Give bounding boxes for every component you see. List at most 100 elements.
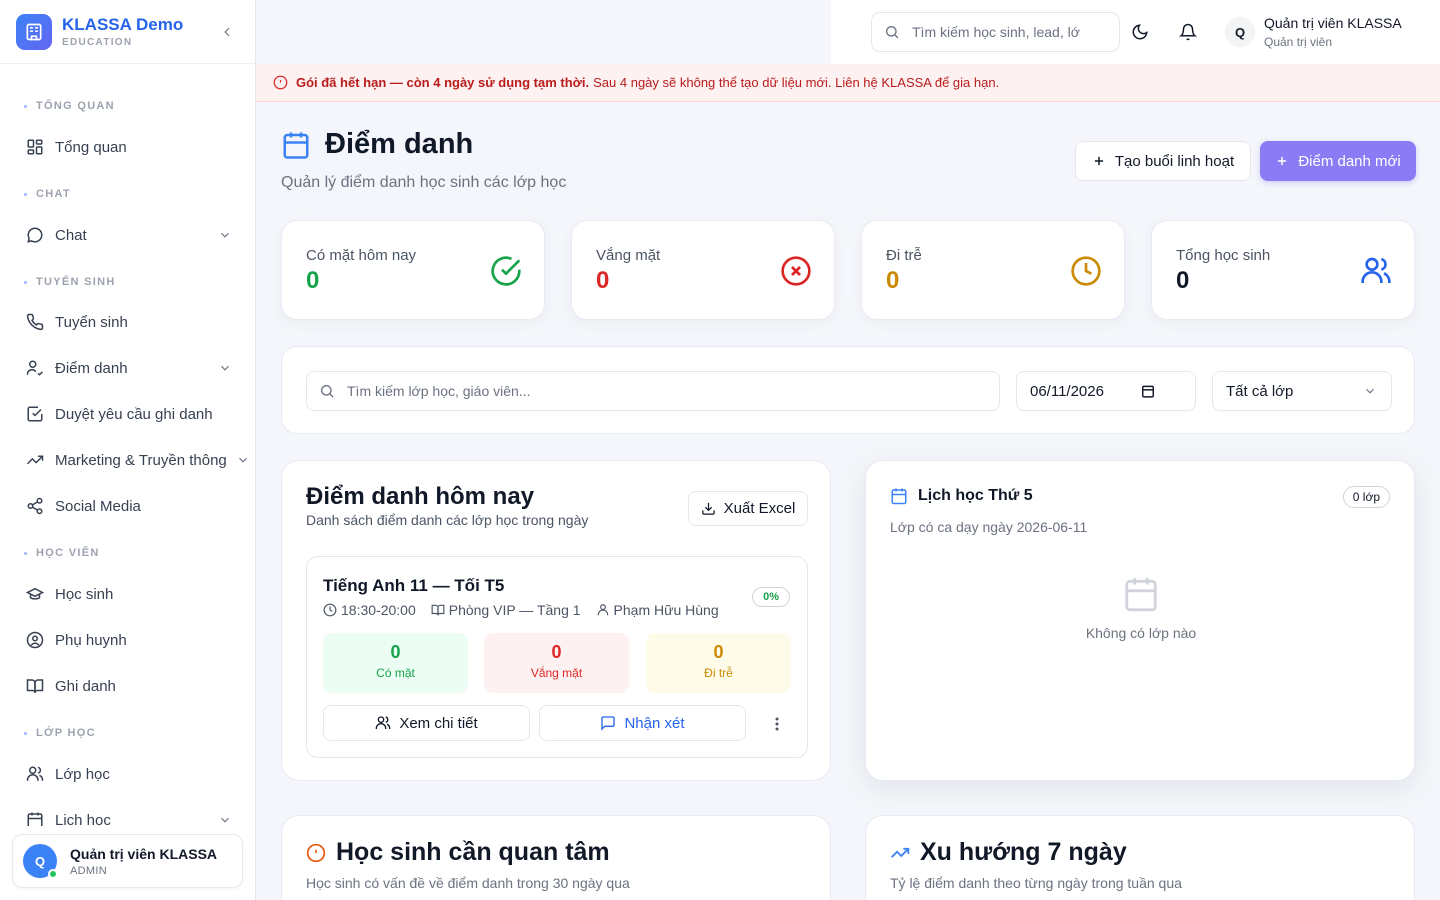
section-chat: CHAT [24, 188, 71, 200]
sidebar-item-label: Học sinh [55, 585, 114, 603]
more-options-icon[interactable] [775, 717, 779, 731]
calendar-icon [890, 487, 918, 505]
brand-logo-icon[interactable] [16, 13, 52, 50]
sidebar-item-label: Ghi danh [55, 677, 116, 695]
stat-label: Vắng mặt [596, 247, 661, 264]
today-attendance-card: Điểm danh hôm nay Danh sách điểm danh cá… [281, 460, 831, 781]
sidebar-item-admissions[interactable]: Tuyển sinh [16, 302, 244, 342]
empty-state: Không có lớp nào [866, 575, 1416, 641]
sidebar-user-name: Quản trị viên KLASSA [70, 845, 218, 862]
sidebar-item-label: Điểm danh [55, 359, 128, 377]
alert-bold-text: Gói đã hết hạn — còn 4 ngày sử dụng tạm … [296, 75, 590, 90]
sidebar-item-label: Tổng quan [55, 138, 127, 156]
date-picker-input[interactable]: 06/11/2026 [1016, 371, 1196, 411]
book-open-icon [24, 675, 46, 697]
class-select[interactable]: Tất cả lớp [1212, 371, 1392, 411]
new-attendance-button[interactable]: Điểm danh mới [1260, 141, 1416, 181]
class-room: Phòng VIP — Tầng 1 [448, 602, 581, 618]
sidebar: KLASSA Demo EDUCATION TỔNG QUAN Tổng qua… [0, 0, 256, 900]
class-search-input[interactable]: Tìm kiếm lớp học, giáo viên... [306, 371, 1000, 411]
sidebar-item-students[interactable]: Học sinh [16, 574, 244, 614]
plus-icon [1092, 154, 1106, 168]
sidebar-item-parents[interactable]: Phụ huynh [16, 620, 244, 660]
chevron-down-icon[interactable] [218, 361, 232, 375]
sidebar-item-enrollment-requests[interactable]: Duyệt yêu cầu ghi danh [16, 394, 244, 434]
x-circle-icon [780, 255, 812, 287]
users-icon [375, 715, 391, 731]
stat-value: 0 [596, 267, 610, 294]
sidebar-item-classes[interactable]: Lớp học [16, 754, 244, 794]
user-check-icon [24, 357, 46, 379]
section-overview: TỔNG QUAN [24, 100, 115, 112]
trend-card: Xu hướng 7 ngày Tỷ lệ điểm danh theo từn… [865, 815, 1415, 900]
card-subtitle: Tỷ lệ điểm danh theo từng ngày trong tuầ… [890, 875, 1182, 891]
grid-icon [24, 136, 46, 158]
chevron-down-icon[interactable] [236, 453, 250, 467]
download-icon [701, 501, 716, 516]
plus-icon [1275, 154, 1289, 168]
stat-card-total-students: Tổng học sinh 0 [1151, 220, 1415, 320]
page-title: Điểm danh [281, 128, 473, 161]
topbar-user-name[interactable]: Quản trị viên KLASSA [1264, 15, 1402, 31]
stat-card-present: Có mặt hôm nay 0 [281, 220, 545, 320]
class-attendance-item: Tiếng Anh 11 — Tối T5 18:30-20:00 Phòng … [306, 556, 808, 758]
phone-icon [24, 311, 46, 333]
sidebar-item-enrollment[interactable]: Ghi danh [16, 666, 244, 706]
search-icon [884, 24, 900, 40]
users-icon [24, 763, 46, 785]
sidebar-nav: TỔNG QUAN Tổng quan CHAT Chat TUYỂN SINH… [0, 64, 256, 826]
sidebar-item-marketing[interactable]: Marketing & Truyền thông [16, 440, 247, 480]
checkbox-icon [24, 403, 46, 425]
book-icon [431, 603, 449, 617]
bell-icon[interactable] [1174, 18, 1202, 46]
calendar-icon [281, 130, 311, 160]
chevron-down-icon[interactable] [218, 813, 232, 826]
avatar[interactable]: Q [1225, 17, 1255, 47]
view-detail-button[interactable]: Xem chi tiết [323, 705, 530, 741]
calendar-icon[interactable] [1141, 384, 1155, 398]
create-flexible-session-button[interactable]: Tạo buổi linh hoạt [1075, 141, 1251, 181]
chevron-down-icon[interactable] [218, 228, 232, 242]
topbar: Tìm kiếm học sinh, lead, lớ Q Quản trị v… [831, 0, 1440, 64]
sidebar-item-label: Phụ huynh [55, 631, 127, 649]
alert-circle-icon [306, 843, 336, 863]
stat-label: Tổng học sinh [1176, 247, 1271, 264]
schedule-title: Lịch học Thứ 5 [890, 487, 1033, 505]
sidebar-item-chat[interactable]: Chat [16, 215, 244, 255]
online-status-dot [48, 869, 58, 879]
stat-value: 0 [1176, 267, 1190, 294]
card-title: Học sinh cần quan tâm [306, 838, 610, 867]
page-subtitle: Quản lý điểm danh học sinh các lớp học [281, 174, 567, 191]
sidebar-user-card[interactable]: Q Quản trị viên KLASSA ADMIN [12, 834, 243, 888]
alert-text: Sau 4 ngày sẽ không thể tạo dữ liệu mới.… [593, 75, 1000, 90]
trend-icon [24, 449, 46, 471]
topbar-user-role: Quản trị viên [1264, 35, 1333, 49]
late-count: 0 Đi trễ [646, 633, 791, 693]
card-title: Xu hướng 7 ngày [890, 838, 1127, 867]
clock-icon [323, 603, 341, 617]
sidebar-user-role: ADMIN [70, 864, 107, 877]
alert-circle-icon [273, 75, 288, 90]
schedule-card: Lịch học Thứ 5 0 lớp Lớp có ca dạy ngày … [865, 460, 1415, 781]
sidebar-item-attendance[interactable]: Điểm danh [16, 348, 244, 388]
global-search-input[interactable]: Tìm kiếm học sinh, lead, lớ [871, 12, 1120, 52]
export-excel-button[interactable]: Xuất Excel [688, 491, 808, 526]
sidebar-item-schedule[interactable]: Lịch học [16, 800, 244, 826]
schedule-subtitle: Lớp có ca dạy ngày 2026-06-11 [890, 519, 1088, 535]
stat-value: 0 [306, 267, 320, 294]
users-icon [1360, 255, 1392, 287]
stat-value: 0 [886, 267, 900, 294]
comment-button[interactable]: Nhận xét [539, 705, 746, 741]
search-icon [319, 383, 335, 399]
page-title-text: Điểm danh [325, 128, 474, 160]
brand-name: KLASSA Demo [62, 15, 184, 34]
sidebar-item-social-media[interactable]: Social Media [16, 486, 244, 526]
collapse-sidebar-icon[interactable] [215, 20, 239, 44]
class-teacher: Phạm Hữu Hùng [613, 602, 719, 618]
sidebar-item-overview[interactable]: Tổng quan [16, 127, 244, 167]
stat-card-absent: Vắng mặt 0 [571, 220, 835, 320]
subscription-alert: Gói đã hết hạn — còn 4 ngày sử dụng tạm … [256, 64, 1440, 102]
dark-mode-toggle-icon[interactable] [1126, 18, 1154, 46]
calendar-icon [866, 575, 1416, 613]
sidebar-item-label: Lịch học [55, 811, 111, 827]
